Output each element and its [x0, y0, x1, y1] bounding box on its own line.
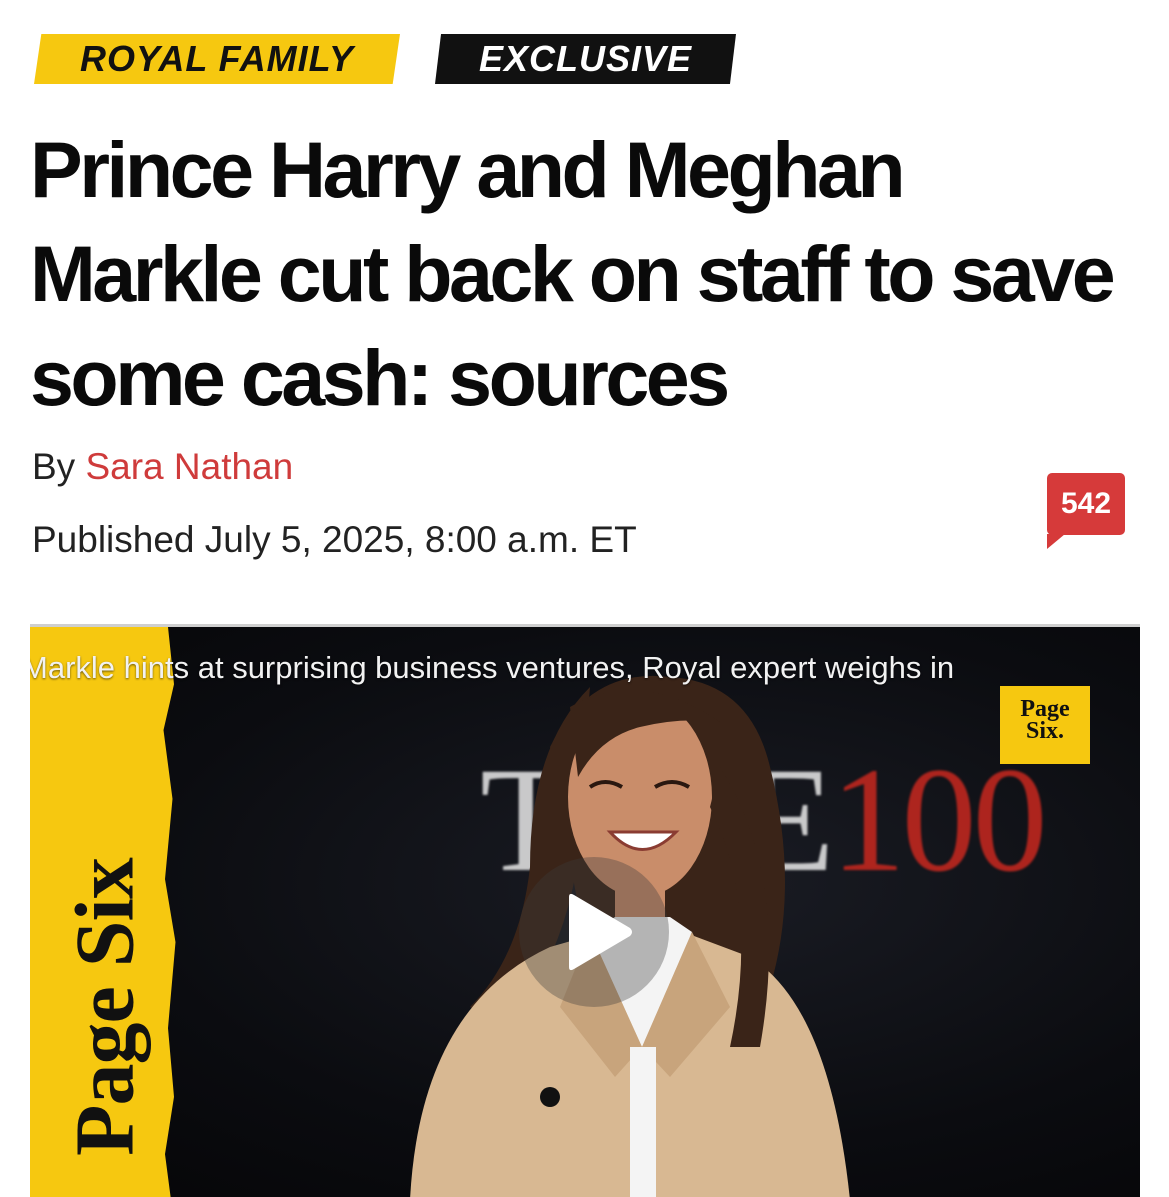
byline: By Sara Nathan [32, 444, 293, 490]
corner-logo-line1: Page [1020, 696, 1070, 722]
video-player[interactable]: TIME100 Page Six Page Six. Markle hints … [30, 624, 1140, 1197]
article-tags: ROYAL FAMILY EXCLUSIVE [34, 34, 754, 86]
category-tag-label: ROYAL FAMILY [79, 38, 354, 79]
page-six-logo: Page Six. [1000, 686, 1090, 764]
corner-logo-line2: Six. [1025, 718, 1064, 744]
article-headline: Prince Harry and Meghan Markle cut back … [30, 125, 1116, 422]
brand-strip-label: Page Six [58, 858, 152, 1156]
video-title[interactable]: Markle hints at surprising business vent… [30, 649, 1140, 687]
play-button[interactable] [519, 857, 669, 1007]
published-date: Published July 5, 2025, 8:00 a.m. ET [32, 519, 637, 560]
comment-count: 542 [1060, 487, 1112, 520]
comment-count-button[interactable]: 542 [1047, 473, 1125, 549]
byline-prefix: By [32, 446, 86, 487]
play-icon [569, 893, 632, 971]
category-tag[interactable]: ROYAL FAMILY [34, 34, 400, 84]
author-link[interactable]: Sara Nathan [85, 446, 293, 487]
exclusive-tag-label: EXCLUSIVE [478, 38, 693, 79]
exclusive-tag[interactable]: EXCLUSIVE [435, 34, 736, 84]
